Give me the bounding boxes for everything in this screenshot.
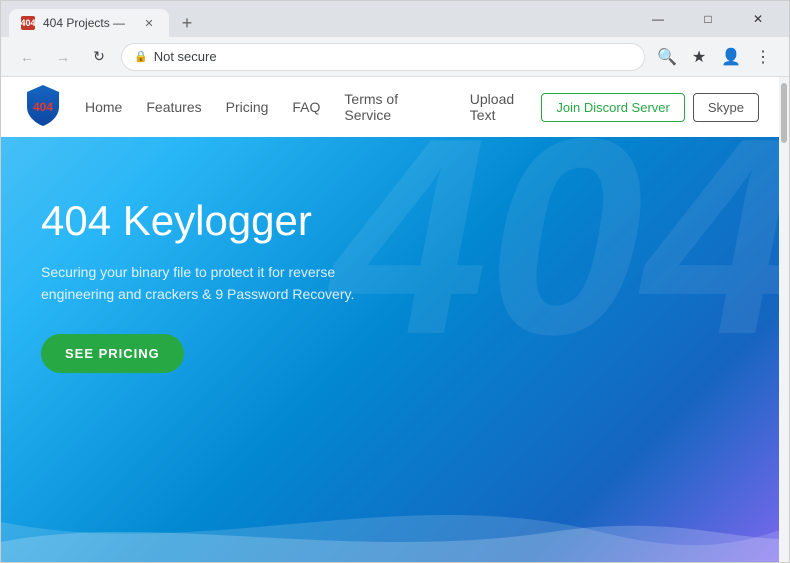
- minimize-button[interactable]: —: [635, 1, 681, 37]
- website: 404 Home Features Pricing FAQ Terms of S…: [1, 77, 779, 562]
- maximize-button[interactable]: □: [685, 1, 731, 37]
- address-input[interactable]: 🔒 Not secure: [121, 43, 645, 71]
- browser-window: 404 404 Projects — ✕ + — □ ✕ ← → ↻ 🔒 Not…: [0, 0, 790, 563]
- navbar: 404 Home Features Pricing FAQ Terms of S…: [1, 77, 779, 137]
- hero-subtitle: Securing your binary file to protect it …: [41, 261, 401, 306]
- nav-buttons: Join Discord Server Skype: [541, 93, 759, 122]
- menu-icon[interactable]: ⋮: [749, 43, 777, 71]
- skype-button[interactable]: Skype: [693, 93, 759, 122]
- nav-tos[interactable]: Terms of Service: [344, 91, 445, 123]
- security-icon: 🔒: [134, 50, 148, 63]
- logo: 404: [21, 83, 85, 132]
- back-button[interactable]: ←: [13, 43, 41, 71]
- nav-home[interactable]: Home: [85, 99, 122, 115]
- reload-button[interactable]: ↻: [85, 43, 113, 71]
- address-bar: ← → ↻ 🔒 Not secure 🔍 ★ 👤 ⋮: [1, 37, 789, 77]
- tab-favicon: 404: [21, 16, 35, 30]
- bookmark-icon[interactable]: ★: [685, 43, 713, 71]
- forward-button[interactable]: →: [49, 43, 77, 71]
- wave-decoration: [1, 482, 779, 562]
- hero-section: 404 Keylogger Securing your binary file …: [1, 137, 779, 413]
- security-label: Not secure: [154, 49, 217, 64]
- page-content: 404 Home Features Pricing FAQ Terms of S…: [1, 77, 779, 562]
- see-pricing-button[interactable]: SEE PRICING: [41, 334, 184, 373]
- tab-title: 404 Projects —: [43, 16, 125, 30]
- search-icon[interactable]: 🔍: [653, 43, 681, 71]
- tab-close-button[interactable]: ✕: [141, 15, 157, 31]
- title-bar: 404 404 Projects — ✕ + — □ ✕: [1, 1, 789, 37]
- nav-pricing[interactable]: Pricing: [226, 99, 269, 115]
- toolbar-icons: 🔍 ★ 👤 ⋮: [653, 43, 777, 71]
- profile-icon[interactable]: 👤: [717, 43, 745, 71]
- svg-text:404: 404: [33, 100, 53, 114]
- hero-title: 404 Keylogger: [41, 197, 739, 245]
- nav-features[interactable]: Features: [146, 99, 201, 115]
- nav-faq[interactable]: FAQ: [292, 99, 320, 115]
- new-tab-button[interactable]: +: [173, 9, 201, 37]
- active-tab[interactable]: 404 404 Projects — ✕: [9, 9, 169, 37]
- scrollbar[interactable]: [779, 77, 789, 562]
- join-discord-button[interactable]: Join Discord Server: [541, 93, 684, 122]
- close-button[interactable]: ✕: [735, 1, 781, 37]
- window-controls: — □ ✕: [635, 1, 781, 37]
- tab-area: 404 404 Projects — ✕ +: [9, 1, 631, 37]
- content-area: 404 Home Features Pricing FAQ Terms of S…: [1, 77, 789, 562]
- nav-links: Home Features Pricing FAQ Terms of Servi…: [85, 91, 541, 123]
- scrollbar-thumb[interactable]: [781, 83, 787, 143]
- nav-upload[interactable]: Upload Text: [470, 91, 542, 123]
